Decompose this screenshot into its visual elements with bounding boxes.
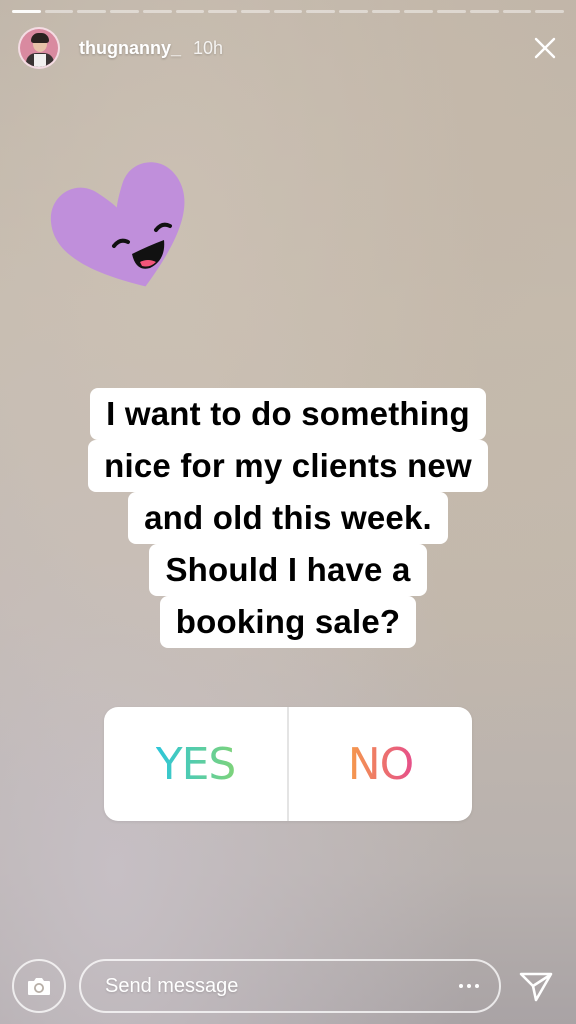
- progress-segment: [404, 10, 434, 13]
- progress-segment: [273, 10, 303, 13]
- question-text: I want to do something nice for my clien…: [0, 388, 576, 648]
- camera-icon: [28, 978, 50, 995]
- poll-option-no[interactable]: NO: [289, 707, 472, 821]
- smiling-heart-icon: [51, 162, 185, 287]
- poll-option-yes[interactable]: YES: [104, 707, 287, 821]
- poll-sticker: YES NO: [104, 707, 472, 821]
- camera-button[interactable]: [12, 959, 66, 1013]
- progress-segment: [77, 10, 107, 13]
- progress-segment: [44, 10, 74, 13]
- question-line: and old this week.: [128, 492, 448, 544]
- avatar-shirt: [34, 54, 46, 67]
- post-time: 10h: [193, 37, 224, 58]
- progress-segment: [142, 10, 172, 13]
- story-progress-bar: [12, 10, 564, 13]
- progress-segment: [469, 10, 499, 13]
- progress-segment: [12, 10, 41, 13]
- progress-segment: [502, 10, 532, 13]
- close-icon[interactable]: [532, 35, 558, 61]
- avatar-hair: [31, 33, 49, 43]
- question-line: Should I have a: [149, 544, 427, 596]
- progress-segment: [240, 10, 270, 13]
- message-placeholder: Send message: [105, 974, 239, 997]
- story-footer: Send message: [0, 944, 576, 1024]
- progress-segment: [306, 10, 336, 13]
- progress-segment: [535, 10, 564, 13]
- username[interactable]: thugnanny_: [79, 38, 181, 59]
- more-dots-icon[interactable]: [459, 984, 479, 988]
- story-view[interactable]: thugnanny_ 10h I want to do something ni…: [0, 0, 576, 1024]
- progress-segment: [437, 10, 466, 13]
- poll-option-yes-label: YES: [155, 738, 237, 790]
- story-header: thugnanny_ 10h: [18, 24, 558, 72]
- question-line: nice for my clients new: [88, 440, 488, 492]
- send-icon[interactable]: [516, 966, 556, 1006]
- progress-segment: [110, 10, 139, 13]
- progress-segment: [175, 10, 205, 13]
- message-input[interactable]: Send message: [79, 959, 501, 1013]
- progress-segment: [208, 10, 237, 13]
- question-line: booking sale?: [159, 596, 417, 648]
- progress-segment: [371, 10, 401, 13]
- avatar[interactable]: [18, 27, 60, 69]
- progress-segment: [339, 10, 368, 13]
- poll-option-no-label: NO: [347, 738, 415, 790]
- question-line: I want to do something: [90, 388, 486, 440]
